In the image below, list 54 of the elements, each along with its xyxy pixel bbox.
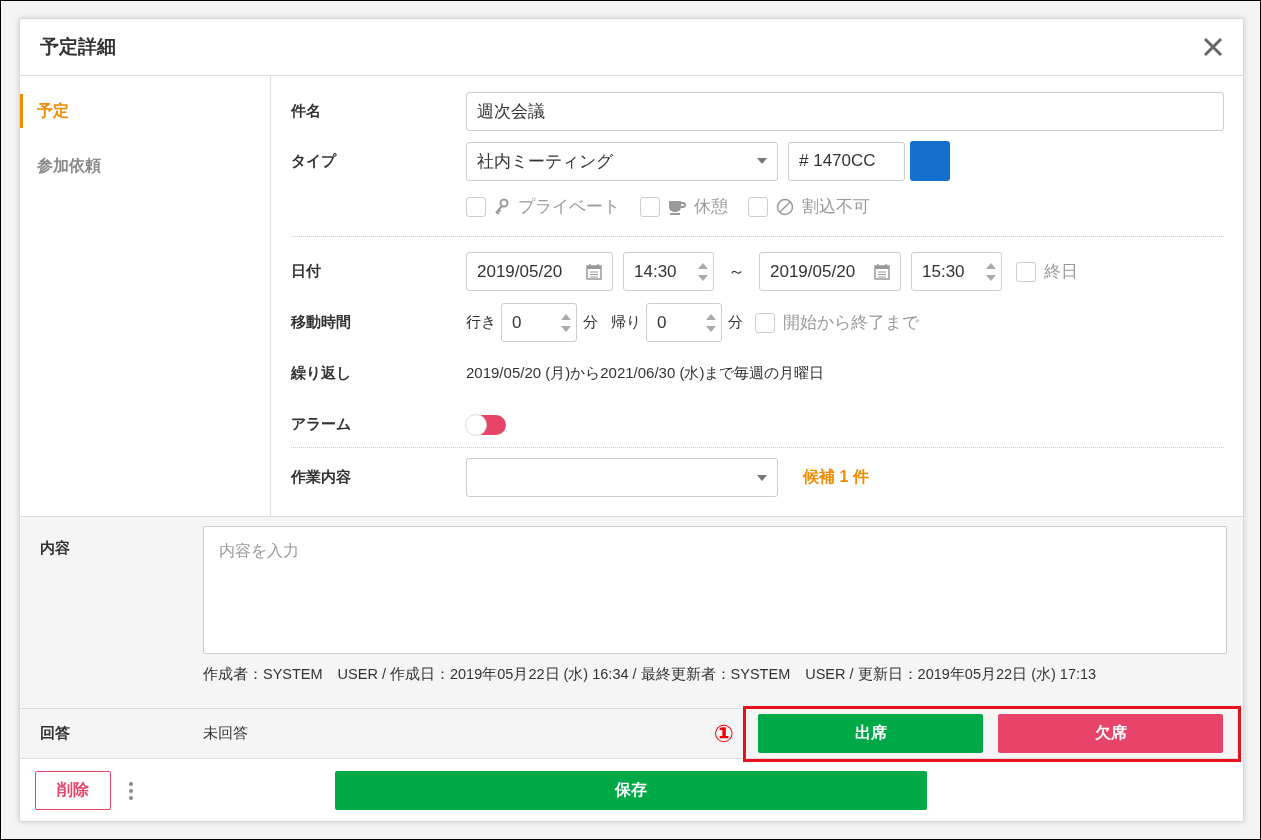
field-label: 日付: [291, 262, 322, 281]
delete-button[interactable]: 削除: [35, 771, 111, 810]
type-dropdown[interactable]: 社内ミーティング: [466, 141, 778, 181]
field-label: アラーム: [291, 415, 352, 434]
checkbox[interactable]: [755, 312, 775, 333]
color-swatch[interactable]: [910, 141, 950, 181]
field-label: 作業内容: [291, 468, 352, 487]
dialog-title: 予定詳細: [40, 35, 116, 59]
subject-field[interactable]: 週次会議: [466, 92, 1224, 131]
return-label: 帰り: [611, 313, 641, 332]
start-date-field[interactable]: 2019/05/20: [466, 252, 613, 291]
field-label: 件名: [291, 102, 322, 121]
field-label: 回答: [39, 724, 71, 743]
repeat-summary: 2019/05/20 (月)から2021/06/30 (水)まで毎週の月曜日: [466, 364, 825, 383]
end-time-field[interactable]: 15:30: [911, 252, 1002, 291]
decline-button[interactable]: 欠席: [998, 714, 1223, 753]
checkbox-label: プライベート: [518, 196, 620, 218]
no-entry-icon: [776, 197, 794, 216]
caret-icon: [757, 474, 767, 481]
color-code-field[interactable]: # 1470CC: [788, 141, 905, 181]
checkbox[interactable]: [748, 196, 768, 217]
checkbox[interactable]: [466, 196, 486, 217]
alarm-toggle[interactable]: [466, 414, 506, 435]
field-label: タイプ: [291, 151, 338, 171]
annotation-number: ①: [713, 719, 734, 748]
field-label: 内容: [39, 538, 71, 558]
checkbox-label: 休憩: [694, 196, 728, 218]
more-icon[interactable]: [129, 781, 133, 800]
checkbox-label: 終日: [1044, 261, 1078, 283]
close-icon[interactable]: [1203, 37, 1223, 57]
checkbox-label: 割込不可: [802, 196, 870, 218]
unit-label: 分: [728, 313, 743, 332]
start-time-field[interactable]: 14:30: [623, 252, 714, 291]
checkbox[interactable]: [640, 196, 660, 217]
calendar-icon[interactable]: [874, 263, 890, 280]
checkbox-label: 開始から終了まで: [783, 312, 919, 334]
outbound-minutes-field[interactable]: 0: [501, 303, 577, 342]
record-info: 作成者：SYSTEM USER / 作成日：2019年05月22日 (水) 16:34 / 最終更新者：SYSTEM USER / 更新日：2019年05月22日 (水) 17:13: [203, 665, 1098, 684]
return-minutes-field[interactable]: 0: [646, 303, 722, 342]
sidebar-tab[interactable]: 参加依頼: [20, 149, 270, 183]
answer-status: 未回答: [203, 724, 249, 743]
checkbox[interactable]: [1016, 261, 1036, 282]
caret-icon: [757, 158, 767, 164]
field-label: 移動時間: [291, 313, 352, 332]
key-icon: [494, 197, 510, 216]
range-tilde: ～: [728, 261, 745, 283]
calendar-icon[interactable]: [586, 263, 602, 280]
end-date-field[interactable]: 2019/05/20: [759, 252, 901, 291]
work-dropdown[interactable]: [466, 458, 778, 497]
field-label: 繰り返し: [291, 364, 352, 383]
cup-icon: [668, 198, 686, 215]
outbound-label: 行き: [466, 313, 496, 332]
content-field[interactable]: 内容を入力: [203, 526, 1227, 654]
unit-label: 分: [583, 313, 598, 332]
